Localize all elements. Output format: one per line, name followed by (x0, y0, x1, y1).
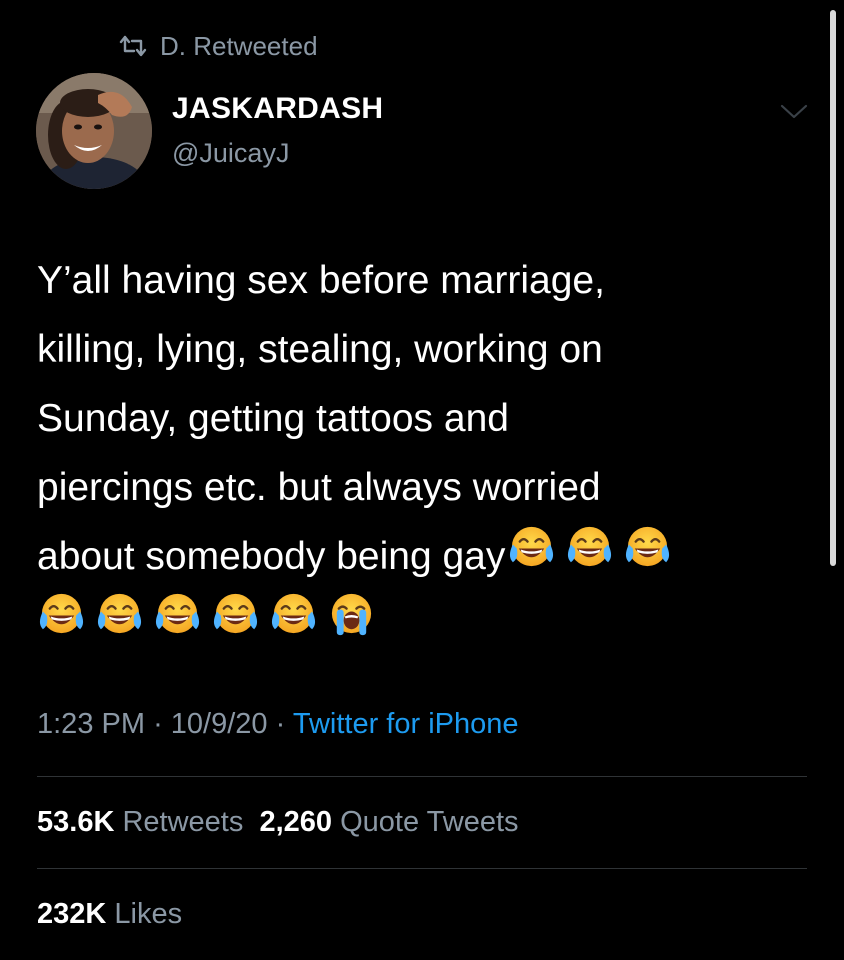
divider (37, 868, 807, 869)
tweet-line: Sunday, getting tattoos and (37, 397, 509, 440)
loudly-crying-face-emoji-icon (327, 590, 376, 639)
tears-of-joy-emoji-icon (153, 590, 202, 639)
avatar[interactable] (36, 73, 152, 189)
quote-tweets-count: 2,260 (259, 806, 333, 838)
tears-of-joy-emoji-icon (37, 590, 86, 639)
quote-tweets-stat[interactable]: 2,260 Quote Tweets (259, 806, 518, 838)
likes-stat[interactable]: 232K Likes (37, 898, 182, 931)
author-display-name[interactable]: JASKARDASH (172, 92, 383, 126)
tweet-time[interactable]: 1:23 PM (37, 708, 145, 740)
tweet-line: piercings etc. but always worried (37, 466, 601, 509)
tweet-text: Y’all having sex before marriage, killin… (37, 246, 807, 591)
tears-of-joy-emoji-icon (269, 590, 318, 639)
tweet-line: killing, lying, stealing, working on (37, 328, 603, 371)
divider (37, 776, 807, 777)
tears-of-joy-emoji-icon (211, 590, 260, 639)
author-handle[interactable]: @JuicayJ (172, 138, 289, 169)
inline-emoji-group (507, 523, 681, 594)
retweet-icon (119, 35, 147, 57)
tweet-line-text: about somebody being gay (37, 535, 506, 578)
retweet-label: D. Retweeted (160, 30, 318, 61)
tweet-source-link[interactable]: Twitter for iPhone (293, 708, 519, 740)
chevron-down-icon[interactable] (776, 96, 812, 126)
tweet-line: Y’all having sex before marriage, (37, 259, 605, 302)
quote-tweets-label: Quote Tweets (340, 806, 519, 838)
retweets-count: 53.6K (37, 806, 115, 838)
tears-of-joy-emoji-icon (95, 590, 144, 639)
tears-of-joy-emoji-icon (623, 523, 672, 572)
tweet-line-last: about somebody being gay (37, 522, 807, 591)
tears-of-joy-emoji-icon (565, 523, 614, 572)
tears-of-joy-emoji-icon (507, 523, 556, 572)
meta-separator: · (275, 708, 286, 740)
likes-count: 232K (37, 898, 107, 930)
scrollbar[interactable] (830, 10, 836, 566)
tweet-date[interactable]: 10/9/20 (171, 708, 268, 740)
meta-separator: · (153, 708, 163, 740)
tweet-meta: 1:23 PM · 10/9/20 · Twitter for iPhone (37, 708, 519, 741)
trailing-emoji-row (37, 590, 385, 640)
retweets-stat[interactable]: 53.6K Retweets (37, 806, 243, 838)
retweet-context[interactable]: D. Retweeted (118, 28, 318, 64)
engagement-stats: 53.6K Retweets 2,260 Quote Tweets (37, 806, 519, 839)
retweets-label: Retweets (122, 806, 244, 838)
likes-label: Likes (114, 898, 183, 930)
